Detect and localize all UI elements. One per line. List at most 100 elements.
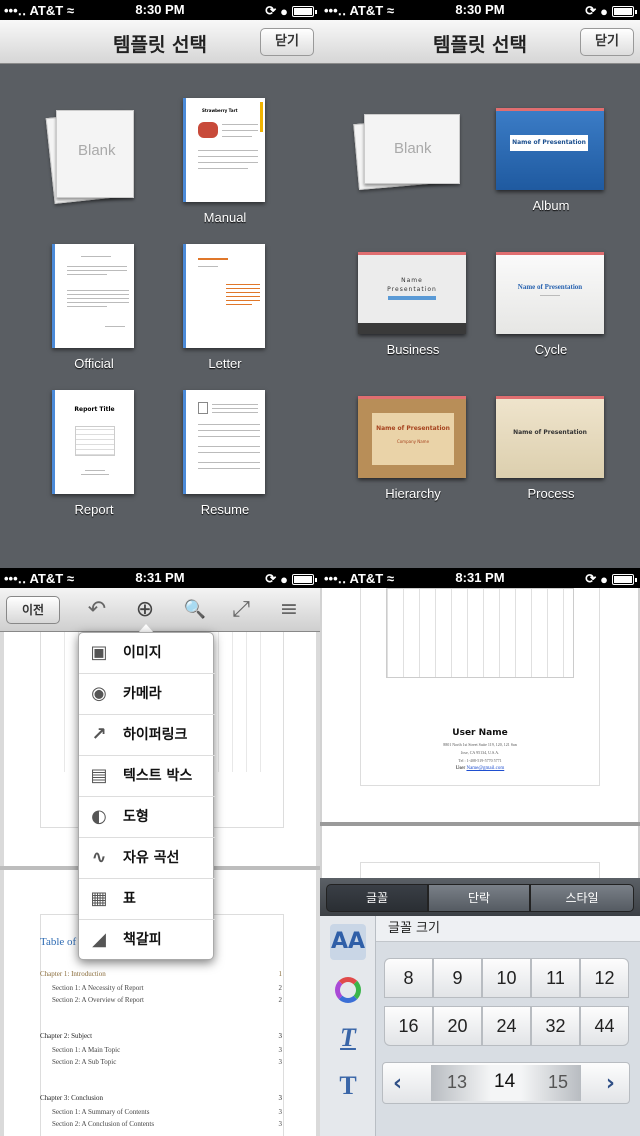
status-bar: •••‥ AT&T ≈ 8:31 PM ⟳ ● (320, 568, 640, 588)
color-wheel-icon[interactable] (330, 972, 366, 1008)
camera-icon: ◉ (91, 683, 107, 704)
freehand-icon: ∿ (91, 847, 107, 868)
format-menu-icon[interactable]: ≡ (276, 597, 302, 623)
template-process[interactable]: Name of Presentation Process (496, 396, 606, 506)
template-blank[interactable]: Blank (44, 100, 144, 210)
size-button[interactable]: 24 (482, 1006, 531, 1046)
font-size-stepper: ‹ 13 14 15 › (382, 1062, 630, 1104)
format-tabs: 글꼴 단락 스타일 (320, 878, 640, 916)
size-button[interactable]: 8 (384, 958, 433, 998)
document-page-2[interactable] (322, 826, 638, 878)
manual-label: Manual (203, 210, 247, 225)
report-thumb-title: Report Title (74, 406, 115, 413)
template-official[interactable]: Official (52, 244, 136, 374)
menu-item-camera[interactable]: ◉ 카메라 (79, 674, 215, 715)
template-hierarchy[interactable]: Name of Presentation Company Name Hierar… (358, 396, 468, 506)
process-thumbnail: Name of Presentation (496, 396, 604, 478)
toc-entry: Chapter 1: Introduction 1 (40, 970, 282, 978)
size-button[interactable]: 44 (580, 1006, 629, 1046)
hierarchy-card: Name of Presentation Company Name (372, 413, 454, 465)
toc-entry: Chapter 3: Conclusion 3 (40, 1094, 282, 1102)
business-thumb-title2: Presentation (387, 286, 437, 293)
chevron-left-icon[interactable]: ‹ (393, 1071, 402, 1096)
tart-image (198, 122, 218, 138)
fullscreen-icon[interactable]: ⤢ (228, 597, 254, 623)
menu-item-hyperlink[interactable]: ↗ 하이퍼링크 (79, 715, 215, 756)
chevron-right-icon[interactable]: › (606, 1071, 615, 1096)
address-line2: Jose, CA 95134, U.S.A. (460, 750, 500, 755)
template-grid: Blank Name of Presentation Album Name Pr… (320, 64, 640, 568)
pres-template-screen: •••‥ AT&T ≈ 8:30 PM ⟳ ● 템플릿 선택 닫기 Blank N… (320, 0, 640, 568)
back-button[interactable]: 이전 (6, 596, 60, 624)
resume-label: Resume (200, 502, 250, 517)
battery-icon (612, 573, 637, 585)
tab-paragraph[interactable]: 단락 (428, 884, 530, 912)
size-button[interactable]: 9 (433, 958, 482, 998)
close-button[interactable]: 닫기 (580, 28, 634, 56)
official-label: Official (74, 356, 114, 371)
letter-label: Letter (208, 356, 242, 371)
close-button[interactable]: 닫기 (260, 28, 314, 56)
cycle-thumb-title: Name of Presentation (517, 283, 583, 291)
template-resume[interactable]: Resume (183, 390, 267, 520)
menu-item-textbox[interactable]: ▤ 텍스트 박스 (79, 756, 215, 797)
alarm-icon: ● (600, 571, 608, 587)
alarm-icon: ● (280, 3, 288, 19)
menu-item-shape[interactable]: ◐ 도형 (79, 797, 215, 838)
size-button[interactable]: 32 (531, 1006, 580, 1046)
alarm-icon: ● (600, 3, 608, 19)
bookmark-icon: ◢ (92, 929, 106, 950)
text-style-icon[interactable]: T (330, 1020, 366, 1056)
template-manual[interactable]: Strawberry Tart Manual (183, 98, 267, 228)
navigation-bar: 템플릿 선택 닫기 (320, 20, 640, 64)
menu-item-table[interactable]: ▦ 표 (79, 879, 215, 920)
shape-icon: ◐ (91, 806, 107, 827)
template-album[interactable]: Name of Presentation Album (496, 108, 606, 218)
template-report[interactable]: Report Title Report (52, 390, 136, 520)
menu-item-bookmark[interactable]: ◢ 책갈피 (79, 920, 215, 961)
menu-item-freehand[interactable]: ∿ 자유 곡선 (79, 838, 215, 879)
text-effect-icon[interactable]: T (330, 1068, 366, 1104)
tab-font[interactable]: 글꼴 (326, 884, 428, 912)
template-blank[interactable]: Blank (350, 104, 470, 194)
image-icon: ▣ (90, 642, 108, 663)
alarm-icon: ● (280, 571, 288, 587)
hierarchy-thumb-sub: Company Name (396, 439, 430, 444)
battery-icon (292, 573, 317, 585)
document-page[interactable]: User Name 8801 North 1st Street Suite 11… (322, 588, 638, 822)
menu-item-image[interactable]: ▣ 이미지 (79, 633, 215, 674)
manual-thumb-title: Strawberry Tart (202, 108, 238, 113)
textbox-icon: ▤ (90, 765, 108, 786)
rotation-lock-icon: ⟳ (265, 3, 277, 18)
hierarchy-label: Hierarchy (385, 486, 441, 501)
toc-entry: Section 1: A Main Topic 3 (52, 1046, 282, 1054)
status-bar: •••‥ AT&T ≈ 8:30 PM ⟳ ● (320, 0, 640, 20)
size-button[interactable]: 12 (580, 958, 629, 998)
doc-template-screen: •••‥ AT&T ≈ 8:30 PM ⟳ ● 템플릿 선택 닫기 Blank S… (0, 0, 320, 568)
tab-style[interactable]: 스타일 (530, 884, 634, 912)
find-icon[interactable]: 🔍 (182, 597, 208, 623)
size-button[interactable]: 20 (433, 1006, 482, 1046)
size-button[interactable]: 10 (482, 958, 531, 998)
font-size-header: 글꼴 크기 (376, 916, 640, 942)
photo-placeholder (198, 402, 208, 414)
stepper-current-value: 14 (494, 1071, 516, 1092)
resume-thumbnail (183, 390, 265, 494)
stepper-next-value: 15 (548, 1072, 569, 1092)
template-letter[interactable]: Letter (183, 244, 267, 374)
template-cycle[interactable]: Name of Presentation Cycle (496, 252, 606, 362)
official-thumbnail (52, 244, 134, 348)
font-size-icon[interactable]: AA (330, 924, 366, 960)
toc-title: Table of (40, 936, 77, 948)
insert-icon[interactable]: ⊕ (132, 597, 158, 623)
battery-icon (292, 5, 317, 17)
stepper-prev-value: 13 (447, 1072, 468, 1092)
size-button[interactable]: 11 (531, 958, 580, 998)
size-button[interactable]: 16 (384, 1006, 433, 1046)
editor-toolbar: 이전 ↶ ⊕ 🔍 ⤢ ≡ (0, 588, 320, 632)
stepper-wheel[interactable]: 13 14 15 (431, 1065, 581, 1101)
toc-entry: Section 2: A Conclusion of Contents 3 (52, 1120, 282, 1128)
template-business[interactable]: Name Presentation Business (358, 252, 468, 362)
business-label: Business (386, 342, 440, 357)
undo-icon[interactable]: ↶ (84, 597, 110, 623)
